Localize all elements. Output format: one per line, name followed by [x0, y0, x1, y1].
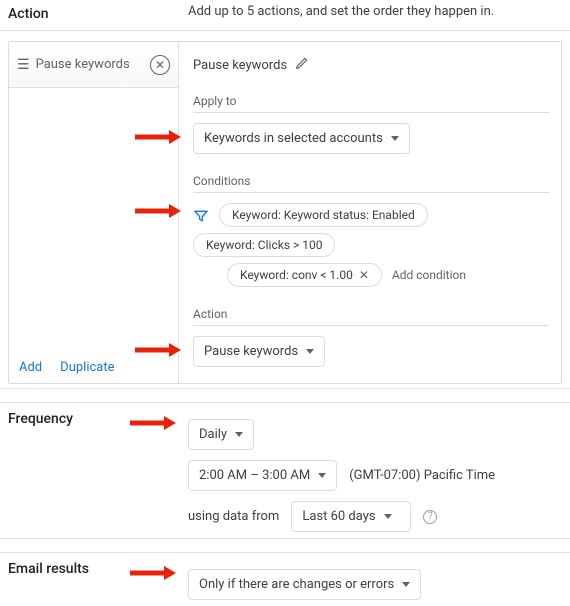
- condition-chip[interactable]: Keyword: Clicks > 100: [193, 233, 335, 257]
- help-icon[interactable]: ?: [423, 510, 437, 524]
- using-data-from-label: using data from: [188, 509, 279, 524]
- email-results-dropdown[interactable]: Only if there are changes or errors: [188, 569, 421, 600]
- add-condition-button[interactable]: Add condition: [392, 268, 466, 282]
- condition-chip[interactable]: Keyword: conv < 1.00 ✕: [227, 263, 382, 287]
- action-helptext: Add up to 5 actions, and set the order t…: [188, 4, 562, 19]
- filter-icon[interactable]: [193, 208, 207, 222]
- action-item-title: Pause keywords: [36, 57, 150, 72]
- action-dropdown[interactable]: Pause keywords: [193, 336, 325, 367]
- data-window-value: Last 60 days: [302, 509, 375, 524]
- action-card: ☰ Pause keywords ✕ Add Duplicate Pause k…: [8, 41, 562, 384]
- duplicate-action-button[interactable]: Duplicate: [60, 360, 114, 375]
- action-sub-label: Action: [193, 307, 549, 326]
- chevron-down-icon: [306, 349, 314, 354]
- chevron-down-icon: [235, 432, 243, 437]
- action-item[interactable]: ☰ Pause keywords ✕: [9, 42, 178, 88]
- apply-to-label: Apply to: [193, 94, 549, 113]
- drag-handle-icon[interactable]: ☰: [17, 57, 28, 73]
- action-detail-title: Pause keywords: [193, 58, 287, 73]
- action-left-rail: ☰ Pause keywords ✕ Add Duplicate: [9, 42, 179, 383]
- time-range-dropdown[interactable]: 2:00 AM – 3:00 AM: [188, 460, 337, 491]
- chevron-down-icon: [384, 514, 392, 519]
- action-section-label: Action: [8, 4, 188, 22]
- remove-action-icon[interactable]: ✕: [150, 55, 170, 75]
- frequency-dropdown[interactable]: Daily: [188, 419, 254, 450]
- action-value: Pause keywords: [204, 344, 298, 359]
- condition-chip[interactable]: Keyword: Keyword status: Enabled: [219, 203, 428, 227]
- data-window-dropdown[interactable]: Last 60 days: [291, 501, 411, 532]
- add-action-button[interactable]: Add: [19, 360, 42, 375]
- frequency-value: Daily: [199, 427, 227, 442]
- chevron-down-icon: [402, 582, 410, 587]
- edit-name-icon[interactable]: [295, 56, 309, 74]
- chevron-down-icon: [318, 473, 326, 478]
- email-section-label: Email results: [8, 559, 188, 600]
- apply-to-value: Keywords in selected accounts: [204, 131, 383, 146]
- chevron-down-icon: [391, 136, 399, 141]
- action-detail-panel: Pause keywords Apply to Keywords in sele…: [179, 42, 561, 383]
- frequency-section-label: Frequency: [8, 409, 188, 532]
- time-range-value: 2:00 AM – 3:00 AM: [199, 468, 310, 483]
- timezone-text: (GMT-07:00) Pacific Time: [349, 468, 495, 483]
- apply-to-dropdown[interactable]: Keywords in selected accounts: [193, 123, 410, 154]
- remove-condition-icon[interactable]: ✕: [359, 268, 369, 282]
- conditions-label: Conditions: [193, 174, 549, 193]
- email-results-value: Only if there are changes or errors: [199, 577, 394, 592]
